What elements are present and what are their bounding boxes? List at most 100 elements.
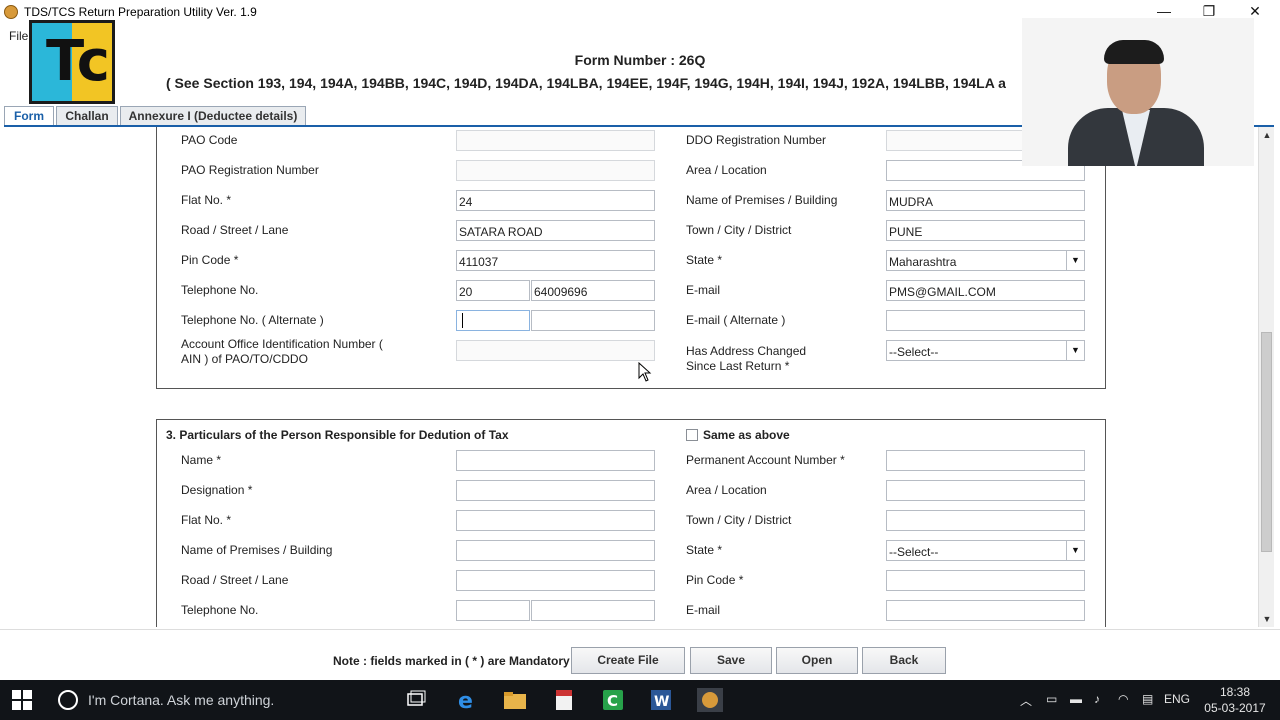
svg-text:W: W — [654, 694, 669, 710]
tab-form[interactable]: Form — [4, 106, 54, 126]
state-select[interactable]: Maharashtra ▼ — [886, 250, 1085, 271]
rp-pan-field[interactable] — [886, 450, 1085, 471]
town-label: Town / City / District — [686, 223, 792, 237]
save-button[interactable]: Save — [690, 647, 772, 674]
cortana-search[interactable]: I'm Cortana. Ask me anything. — [88, 692, 274, 708]
premises-field[interactable]: MUDRA — [886, 190, 1085, 211]
tab-annexure[interactable]: Annexure I (Deductee details) — [120, 106, 306, 126]
pin-code-field[interactable]: 411037 — [456, 250, 655, 271]
rp-pin-label: Pin Code * — [686, 573, 744, 587]
rp-designation-field[interactable] — [456, 480, 655, 501]
rp-name-field[interactable] — [456, 450, 655, 471]
address-changed-value: --Select-- — [889, 345, 939, 359]
ain-label: Account Office Identification Number ( A… — [181, 337, 383, 366]
chevron-up-icon[interactable]: ︿ — [1020, 692, 1032, 709]
menu-file[interactable]: File — [9, 29, 28, 43]
rp-area-field[interactable] — [886, 480, 1085, 501]
wifi-icon[interactable]: ◠ — [1118, 692, 1128, 706]
rp-state-label: State * — [686, 543, 723, 557]
rp-flat-field[interactable] — [456, 510, 655, 531]
action-bar: Note : fields marked in ( * ) are Mandat… — [0, 629, 1280, 679]
pao-registration-label: PAO Registration Number — [181, 163, 319, 177]
telephone-alt-number-field[interactable] — [531, 310, 655, 331]
email-label: E-mail — [686, 283, 721, 297]
pao-registration-field[interactable] — [456, 160, 655, 181]
vertical-scrollbar[interactable]: ▲ ▼ — [1258, 127, 1274, 627]
flat-no-field[interactable]: 24 — [456, 190, 655, 211]
tab-challan[interactable]: Challan — [56, 106, 118, 126]
chevron-down-icon[interactable]: ▼ — [1066, 341, 1084, 360]
chevron-down-icon[interactable]: ▼ — [1066, 541, 1084, 560]
email-field[interactable]: PMS@GMAIL.COM — [886, 280, 1085, 301]
rp-road-field[interactable] — [456, 570, 655, 591]
svg-text:e: e — [458, 689, 473, 712]
windows-start-icon[interactable] — [12, 690, 32, 710]
presenter-hair — [1104, 40, 1164, 64]
address-changed-select[interactable]: --Select-- ▼ — [886, 340, 1085, 361]
windows-taskbar: I'm Cortana. Ask me anything. e C W ︿ ▭ … — [0, 680, 1280, 720]
rp-pin-field[interactable] — [886, 570, 1085, 591]
rp-pan-label: Permanent Account Number * — [686, 453, 845, 467]
word-icon[interactable]: W — [648, 688, 674, 712]
telephone-label: Telephone No. — [181, 283, 259, 297]
road-label: Road / Street / Lane — [181, 223, 289, 237]
rp-area-label: Area / Location — [686, 483, 767, 497]
rp-state-value: --Select-- — [889, 545, 939, 559]
form-content: PAO Code DDO Registration Number PAO Reg… — [4, 127, 1258, 627]
mouse-cursor-icon — [638, 362, 652, 382]
system-clock[interactable]: 18:38 05-03-2017 — [1195, 684, 1275, 716]
email-alt-label: E-mail ( Alternate ) — [686, 313, 786, 327]
premises-label: Name of Premises / Building — [686, 193, 838, 207]
section-reference: ( See Section 193, 194, 194A, 194BB, 194… — [166, 75, 1006, 91]
camtasia-icon[interactable]: C — [600, 688, 626, 712]
battery-icon[interactable]: ▬ — [1070, 692, 1082, 706]
ain-field[interactable] — [456, 340, 655, 361]
pao-code-label: PAO Code — [181, 133, 238, 147]
same-as-above-checkbox[interactable] — [686, 429, 698, 441]
responsible-person-title: 3. Particulars of the Person Responsible… — [166, 428, 509, 442]
open-button[interactable]: Open — [776, 647, 858, 674]
edge-browser-icon[interactable]: e — [454, 688, 480, 712]
address-changed-label: Has Address Changed Since Last Return * — [686, 344, 807, 373]
svg-text:C: C — [607, 692, 618, 710]
state-value: Maharashtra — [889, 255, 957, 269]
rp-premises-field[interactable] — [456, 540, 655, 561]
keyboard-icon[interactable]: ▭ — [1046, 692, 1057, 706]
state-label: State * — [686, 253, 723, 267]
rp-premises-label: Name of Premises / Building — [181, 543, 333, 557]
volume-icon[interactable]: ♪ — [1094, 692, 1100, 706]
rp-telephone-std-field[interactable] — [456, 600, 530, 621]
telephone-number-field[interactable]: 64009696 — [531, 280, 655, 301]
scroll-down-icon[interactable]: ▼ — [1259, 611, 1275, 627]
create-file-button[interactable]: Create File — [571, 647, 685, 674]
area-location-label: Area / Location — [686, 163, 767, 177]
pdf-reader-icon[interactable] — [551, 688, 577, 712]
clock-time: 18:38 — [1219, 685, 1251, 699]
rp-telephone-number-field[interactable] — [531, 600, 655, 621]
back-button[interactable]: Back — [862, 647, 946, 674]
telephone-alt-std-field[interactable] — [456, 310, 530, 331]
file-explorer-icon[interactable] — [502, 688, 528, 712]
notification-icon[interactable]: ▤ — [1142, 692, 1153, 706]
rp-telephone-label: Telephone No. — [181, 603, 259, 617]
cortana-icon[interactable] — [58, 690, 78, 710]
language-indicator[interactable]: ENG — [1164, 692, 1190, 706]
ddo-registration-label: DDO Registration Number — [686, 133, 827, 147]
clock-date: 05-03-2017 — [1204, 701, 1266, 715]
email-alt-field[interactable] — [886, 310, 1085, 331]
chevron-down-icon[interactable]: ▼ — [1066, 251, 1084, 270]
rp-flat-label: Flat No. * — [181, 513, 232, 527]
tds-utility-taskbar-icon[interactable] — [697, 688, 723, 712]
rp-state-select[interactable]: --Select-- ▼ — [886, 540, 1085, 561]
rp-email-field[interactable] — [886, 600, 1085, 621]
town-field[interactable]: PUNE — [886, 220, 1085, 241]
pao-code-field[interactable] — [456, 130, 655, 151]
scroll-up-icon[interactable]: ▲ — [1259, 127, 1275, 143]
road-field[interactable]: SATARA ROAD — [456, 220, 655, 241]
rp-town-field[interactable] — [886, 510, 1085, 531]
scrollbar-thumb[interactable] — [1261, 332, 1272, 552]
same-as-above-label: Same as above — [703, 428, 790, 442]
task-view-icon[interactable] — [403, 688, 429, 712]
webcam-overlay — [1022, 18, 1254, 166]
telephone-std-field[interactable]: 20 — [456, 280, 530, 301]
